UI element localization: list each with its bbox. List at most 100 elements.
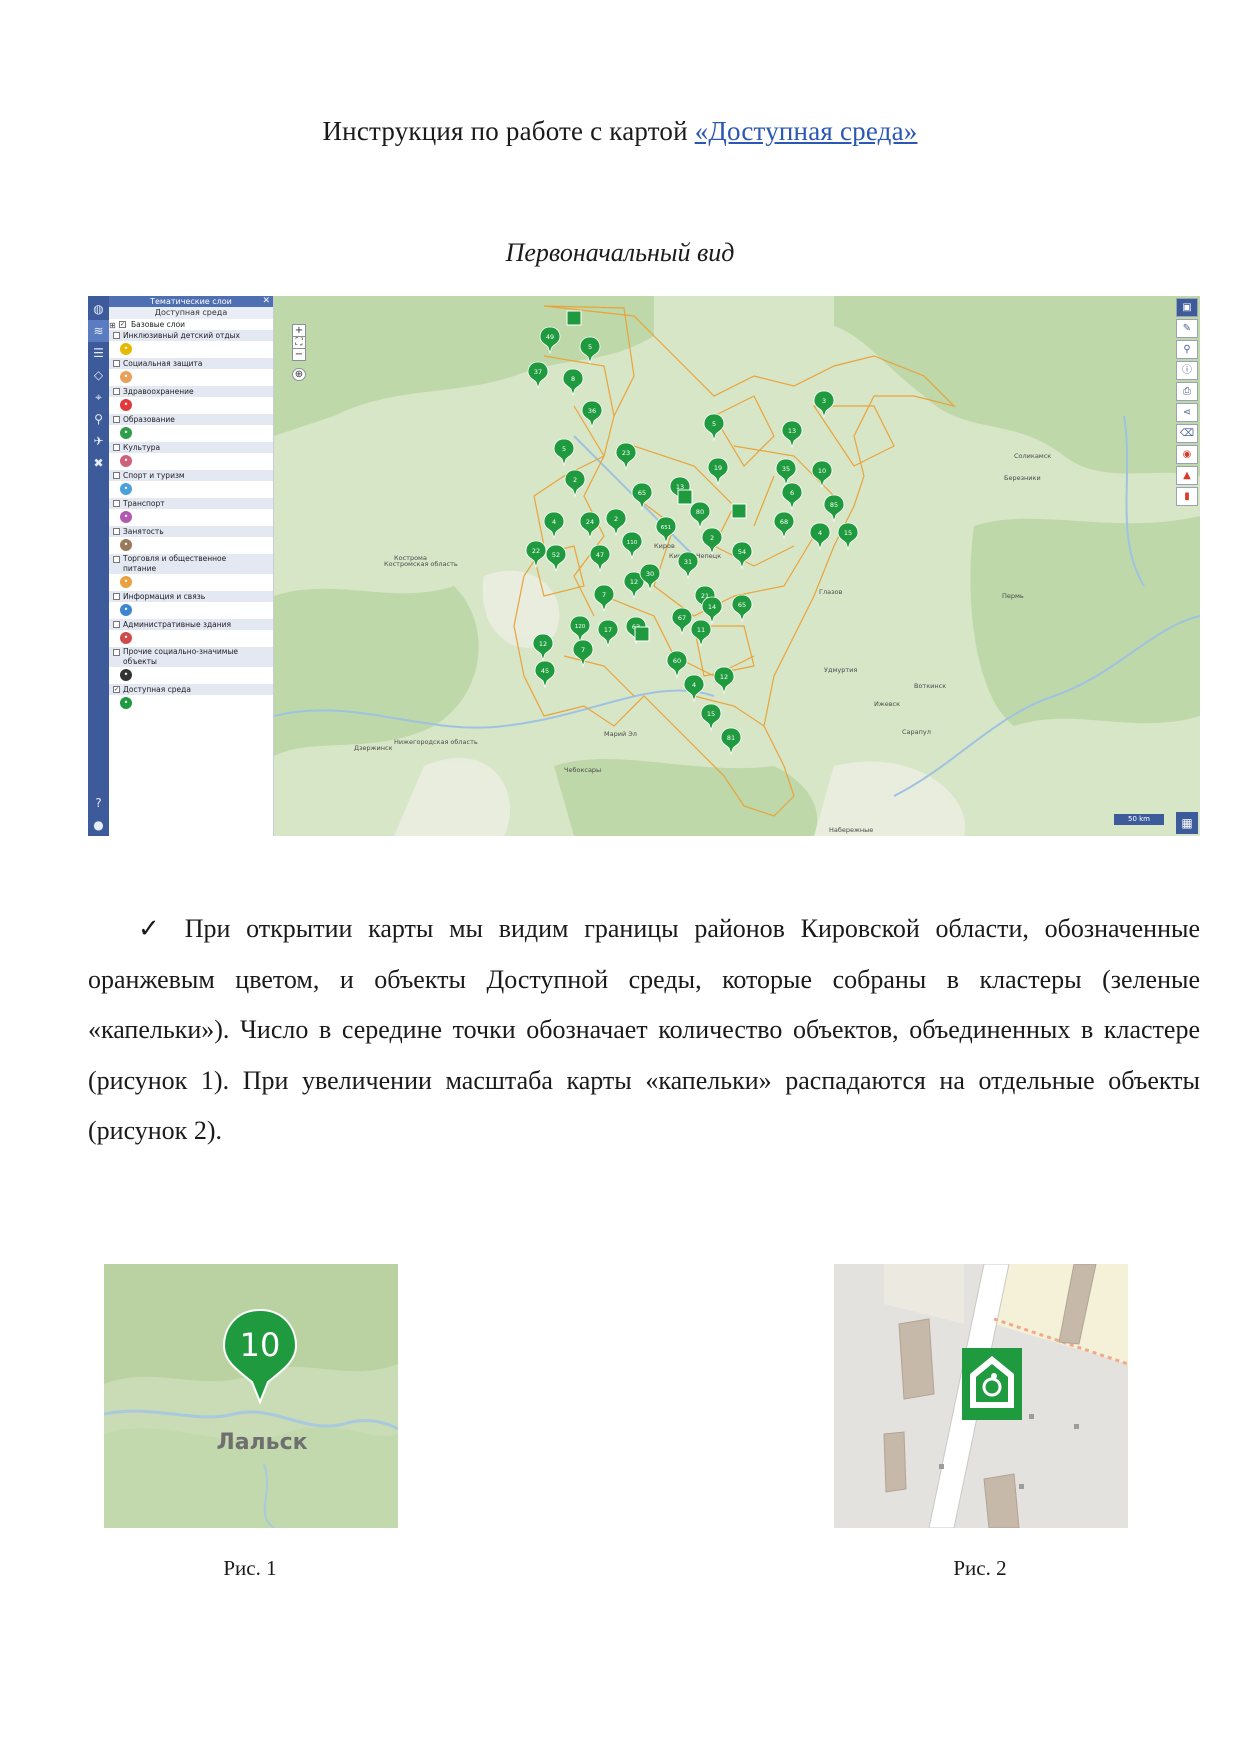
print-icon[interactable]: ⎙ — [1176, 382, 1198, 401]
cluster-marker[interactable]: 14 — [701, 596, 723, 625]
layer-checkbox[interactable] — [113, 593, 120, 600]
cluster-marker[interactable]: 8 — [562, 368, 584, 397]
globe-icon[interactable]: ◍ — [88, 298, 109, 320]
cluster-marker[interactable]: 52 — [545, 544, 567, 573]
cluster-marker[interactable]: 49 — [539, 326, 561, 355]
layer-row[interactable]: Инклюзивный детский отдых — [109, 330, 273, 341]
cluster-marker[interactable]: 6 — [781, 482, 803, 511]
cluster-marker[interactable]: 4 — [543, 511, 565, 540]
cluster-marker[interactable]: 120 — [569, 615, 591, 644]
layer-checkbox[interactable] — [113, 388, 120, 395]
cluster-marker[interactable]: 31 — [677, 551, 699, 580]
cluster-marker[interactable]: 17 — [597, 619, 619, 648]
cluster-marker[interactable]: 651 — [655, 516, 677, 545]
layer-row[interactable]: Торговля и общественное питание — [109, 554, 273, 574]
layer-row[interactable]: Информация и связь — [109, 591, 273, 602]
accessible-object-icon[interactable] — [566, 310, 582, 326]
layer-checkbox[interactable] — [113, 472, 120, 479]
cluster-marker[interactable]: 12 — [713, 666, 735, 695]
cluster-marker[interactable]: 80 — [689, 501, 711, 530]
cluster-marker[interactable]: 81 — [720, 727, 742, 756]
layer-row[interactable]: Образование — [109, 414, 273, 425]
layer-checkbox[interactable] — [113, 556, 120, 563]
cluster-marker[interactable]: 37 — [527, 361, 549, 390]
layer-checkbox[interactable] — [113, 500, 120, 507]
cluster-marker[interactable]: 24 — [579, 511, 601, 540]
cluster-marker[interactable]: 7 — [572, 639, 594, 668]
layer-row[interactable]: Социальная защита — [109, 358, 273, 369]
ruler-icon[interactable]: ✎ — [1176, 319, 1198, 338]
layer-checkbox[interactable]: ✓ — [113, 686, 120, 693]
cluster-marker[interactable]: 54 — [731, 541, 753, 570]
cluster-marker[interactable]: 65 — [731, 594, 753, 623]
layer-checkbox[interactable] — [113, 360, 120, 367]
list-icon[interactable]: ☰ — [88, 342, 109, 364]
layer-row[interactable]: Административные здания — [109, 619, 273, 630]
help-icon[interactable]: ? — [88, 792, 109, 814]
expand-icon[interactable]: ⊞ — [109, 320, 116, 330]
layer-row[interactable]: Культура — [109, 442, 273, 453]
cluster-marker[interactable]: 11 — [690, 619, 712, 648]
locate-button[interactable]: ⊕ — [292, 368, 306, 381]
route-icon[interactable]: ⌖ — [88, 386, 109, 408]
cluster-marker[interactable]: 67 — [671, 607, 693, 636]
base-layers-row[interactable]: ⊞ ✓ Базовые слои — [109, 319, 273, 330]
cluster-marker[interactable]: 85 — [823, 494, 845, 523]
cluster-marker[interactable]: 22 — [525, 540, 547, 569]
cluster-marker[interactable]: 68 — [773, 511, 795, 540]
cluster-marker[interactable]: 45 — [534, 660, 556, 689]
cluster-marker[interactable]: 5 — [553, 438, 575, 467]
cluster-marker[interactable]: 10 — [811, 460, 833, 489]
cluster-marker[interactable]: 2 — [701, 527, 723, 556]
layer-row[interactable]: Спорт и туризм — [109, 470, 273, 481]
layer-checkbox[interactable] — [113, 416, 120, 423]
layer-row[interactable]: Транспорт — [109, 498, 273, 509]
cluster-marker[interactable]: 15 — [837, 522, 859, 551]
cluster-marker[interactable]: 4 — [809, 522, 831, 551]
cluster-marker[interactable]: 3 — [813, 390, 835, 419]
info-icon[interactable]: ⓘ — [1176, 361, 1198, 380]
zoom-out-button[interactable]: − — [292, 348, 306, 361]
user-icon[interactable]: ● — [88, 814, 109, 836]
eraser-icon[interactable]: ⌫ — [1176, 424, 1198, 443]
layer-checkbox[interactable] — [113, 444, 120, 451]
cluster-marker[interactable]: 110 — [621, 531, 643, 560]
cluster-marker[interactable]: 23 — [615, 442, 637, 471]
share-icon[interactable]: ⋖ — [1176, 403, 1198, 422]
cluster-marker[interactable]: 5 — [703, 413, 725, 442]
cluster-marker[interactable]: 5 — [579, 336, 601, 365]
cluster-marker[interactable]: 4 — [683, 674, 705, 703]
base-layers-checkbox[interactable]: ✓ — [119, 321, 126, 328]
layer-checkbox[interactable] — [113, 528, 120, 535]
title-link[interactable]: «Доступная среда» — [695, 116, 918, 146]
layer-checkbox[interactable] — [113, 649, 120, 656]
map-canvas[interactable]: КировКирово-ЧепецкГлазовПермьИжевскСарап… — [274, 296, 1200, 836]
cluster-marker[interactable]: 13 — [781, 420, 803, 449]
layer-row[interactable]: Здравоохранение — [109, 386, 273, 397]
cluster-marker[interactable]: 35 — [775, 458, 797, 487]
layer-row[interactable]: Занятость — [109, 526, 273, 537]
layers-icon[interactable]: ≋ — [88, 320, 109, 342]
cluster-marker[interactable]: 36 — [581, 400, 603, 429]
tools-icon[interactable]: ✖ — [88, 452, 109, 474]
layer-row[interactable]: Прочие социально-значимые объекты — [109, 647, 273, 667]
cluster-marker[interactable]: 2 — [564, 469, 586, 498]
briefcase-icon[interactable]: ▣ — [1176, 298, 1198, 317]
extinguisher-icon[interactable]: ▮ — [1176, 487, 1198, 506]
basemap-grid-icon[interactable]: ▦ — [1176, 812, 1198, 834]
cluster-marker[interactable]: 19 — [707, 457, 729, 486]
layer-checkbox[interactable] — [113, 332, 120, 339]
broadcast-icon[interactable]: ◉ — [1176, 445, 1198, 464]
layer-row[interactable]: ✓ Доступная среда — [109, 684, 273, 695]
close-icon[interactable]: ✕ — [262, 296, 270, 307]
cluster-marker[interactable]: 47 — [589, 544, 611, 573]
cluster-marker[interactable]: 30 — [639, 563, 661, 592]
cluster-marker[interactable]: 60 — [666, 650, 688, 679]
tag-icon[interactable]: ◇ — [88, 364, 109, 386]
search-icon[interactable]: ⚲ — [88, 408, 109, 430]
cluster-marker[interactable]: 65 — [631, 482, 653, 511]
pin-icon[interactable]: ⚲ — [1176, 340, 1198, 359]
cluster-marker[interactable]: 12 — [532, 633, 554, 662]
accessible-object-icon[interactable] — [677, 489, 693, 505]
fire-icon[interactable]: ▲ — [1176, 466, 1198, 485]
